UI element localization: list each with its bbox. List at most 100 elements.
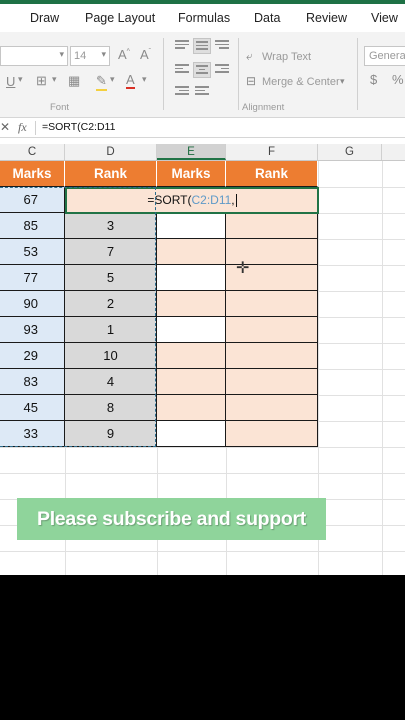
align-bottom-icon[interactable] [213, 38, 231, 54]
marks-cell[interactable]: 53 [0, 239, 65, 265]
rank-cell[interactable]: 8 [65, 395, 157, 421]
chevron-down-icon: ▾ [101, 49, 106, 59]
marks-cell[interactable]: 45 [0, 395, 65, 421]
result-rank-cell[interactable] [226, 291, 318, 317]
chevron-down-icon[interactable]: ▾ [110, 74, 115, 85]
menu-bar: Draw Page Layout Formulas Data Review Vi… [0, 4, 405, 32]
align-center-icon[interactable] [193, 62, 211, 78]
subscribe-text: Please subscribe and support [36, 508, 307, 530]
menu-data[interactable]: Data [254, 11, 280, 25]
rank-cell[interactable]: 5 [65, 265, 157, 291]
chevron-down-icon[interactable]: ▾ [340, 76, 345, 87]
align-right-icon[interactable] [213, 62, 231, 78]
result-marks-cell[interactable] [157, 239, 226, 265]
chevron-down-icon: ▾ [59, 49, 64, 59]
chevron-down-icon[interactable]: ▾ [142, 74, 147, 85]
result-marks-cell[interactable] [157, 317, 226, 343]
result-marks-cell[interactable] [157, 395, 226, 421]
currency-icon[interactable]: $ [370, 72, 377, 87]
marks-cell[interactable]: 83 [0, 369, 65, 395]
result-marks-cell[interactable] [157, 369, 226, 395]
cell-cursor-icon: ✛ [236, 260, 250, 277]
formula-range-ref: C2:D11 [191, 193, 232, 207]
rank-cell[interactable]: 9 [65, 421, 157, 447]
group-divider [163, 38, 164, 110]
result-rank-cell[interactable] [226, 213, 318, 239]
ribbon: ▾ 14 ▾ A^ Aˇ U ▾ ⊞ ▾ ▦ ✎ ▾ A ▾ Font ⤶ Wra… [0, 32, 405, 118]
font-name-combo[interactable]: ▾ [0, 46, 68, 66]
header-cell-rank[interactable]: Rank [65, 161, 157, 187]
number-format-combo[interactable]: General [364, 46, 405, 66]
result-marks-cell[interactable] [157, 265, 226, 291]
column-header-e[interactable]: E [157, 144, 226, 160]
result-rank-cell[interactable] [226, 421, 318, 447]
increase-indent-icon[interactable] [193, 84, 211, 100]
wrap-text-icon[interactable]: ⤶ [246, 49, 253, 64]
marks-cell[interactable]: 90 [0, 291, 65, 317]
result-rank-cell[interactable] [226, 343, 318, 369]
gridline [0, 551, 405, 552]
underline-icon[interactable]: U [6, 74, 15, 89]
cancel-icon[interactable]: ✕ [0, 120, 10, 134]
rank-cell[interactable]: 10 [65, 343, 157, 369]
fill-color-icon[interactable]: ✎ [96, 73, 107, 91]
column-header-g[interactable]: G [318, 144, 382, 160]
merge-center-button[interactable]: Merge & Center [262, 76, 340, 88]
marks-cell[interactable]: 33 [0, 421, 65, 447]
font-color-icon[interactable]: A [126, 72, 135, 89]
chevron-down-icon[interactable]: ▾ [18, 74, 23, 85]
result-rank-cell[interactable] [226, 395, 318, 421]
header-cell-marks-sorted[interactable]: Marks [157, 161, 226, 187]
formula-bar: ✕ fx =SORT(C2:D11 [0, 118, 405, 138]
marks-cell[interactable]: 85 [0, 213, 65, 239]
insert-function-icon[interactable]: fx [18, 120, 27, 135]
grid-icon[interactable]: ▦ [68, 73, 80, 89]
marks-cell[interactable]: 77 [0, 265, 65, 291]
result-marks-cell[interactable] [157, 213, 226, 239]
rank-cell[interactable]: 1 [65, 317, 157, 343]
merge-center-icon[interactable]: ⊟ [246, 74, 256, 88]
alignment-group-label: Alignment [242, 102, 285, 113]
formula-bar-divider [35, 121, 36, 135]
result-marks-cell[interactable] [157, 421, 226, 447]
marks-cell[interactable]: 29 [0, 343, 65, 369]
result-marks-cell[interactable] [157, 291, 226, 317]
menu-page-layout[interactable]: Page Layout [85, 11, 155, 25]
font-group-label: Font [50, 102, 70, 113]
rank-cell[interactable]: 3 [65, 213, 157, 239]
menu-review[interactable]: Review [306, 11, 347, 25]
rank-cell[interactable]: 4 [65, 369, 157, 395]
menu-draw[interactable]: Draw [30, 11, 59, 25]
column-header-c[interactable]: C [0, 144, 65, 160]
percent-icon[interactable]: % [392, 72, 404, 87]
result-marks-cell[interactable] [157, 343, 226, 369]
align-top-icon[interactable] [173, 38, 191, 54]
rank-cell[interactable]: 7 [65, 239, 157, 265]
group-divider [357, 38, 358, 110]
result-rank-cell[interactable] [226, 317, 318, 343]
header-cell-rank-sorted[interactable]: Rank [226, 161, 318, 187]
chevron-down-icon[interactable]: ▾ [52, 74, 57, 85]
menu-view[interactable]: View [371, 11, 398, 25]
active-edit-cell[interactable]: =SORT(C2:D11, [65, 187, 319, 214]
header-cell-marks[interactable]: Marks [0, 161, 65, 187]
rank-cell[interactable]: 2 [65, 291, 157, 317]
formula-input[interactable]: =SORT(C2:D11 [42, 121, 115, 133]
decrease-font-icon[interactable]: Aˇ [140, 47, 151, 62]
font-size-value: 14 [74, 50, 87, 62]
align-middle-icon[interactable] [193, 38, 211, 54]
marks-cell[interactable]: 67 [0, 187, 65, 213]
subscribe-banner: Please subscribe and support [17, 498, 326, 540]
increase-font-icon[interactable]: A^ [118, 47, 130, 62]
decrease-indent-icon[interactable] [173, 84, 191, 100]
column-header-d[interactable]: D [65, 144, 157, 160]
menu-formulas[interactable]: Formulas [178, 11, 230, 25]
gridline [0, 473, 405, 474]
result-rank-cell[interactable] [226, 369, 318, 395]
align-left-icon[interactable] [173, 62, 191, 78]
column-header-f[interactable]: F [226, 144, 318, 160]
borders-icon[interactable]: ⊞ [36, 73, 47, 89]
wrap-text-button[interactable]: Wrap Text [262, 51, 311, 63]
font-size-combo[interactable]: 14 ▾ [70, 46, 110, 66]
marks-cell[interactable]: 93 [0, 317, 65, 343]
